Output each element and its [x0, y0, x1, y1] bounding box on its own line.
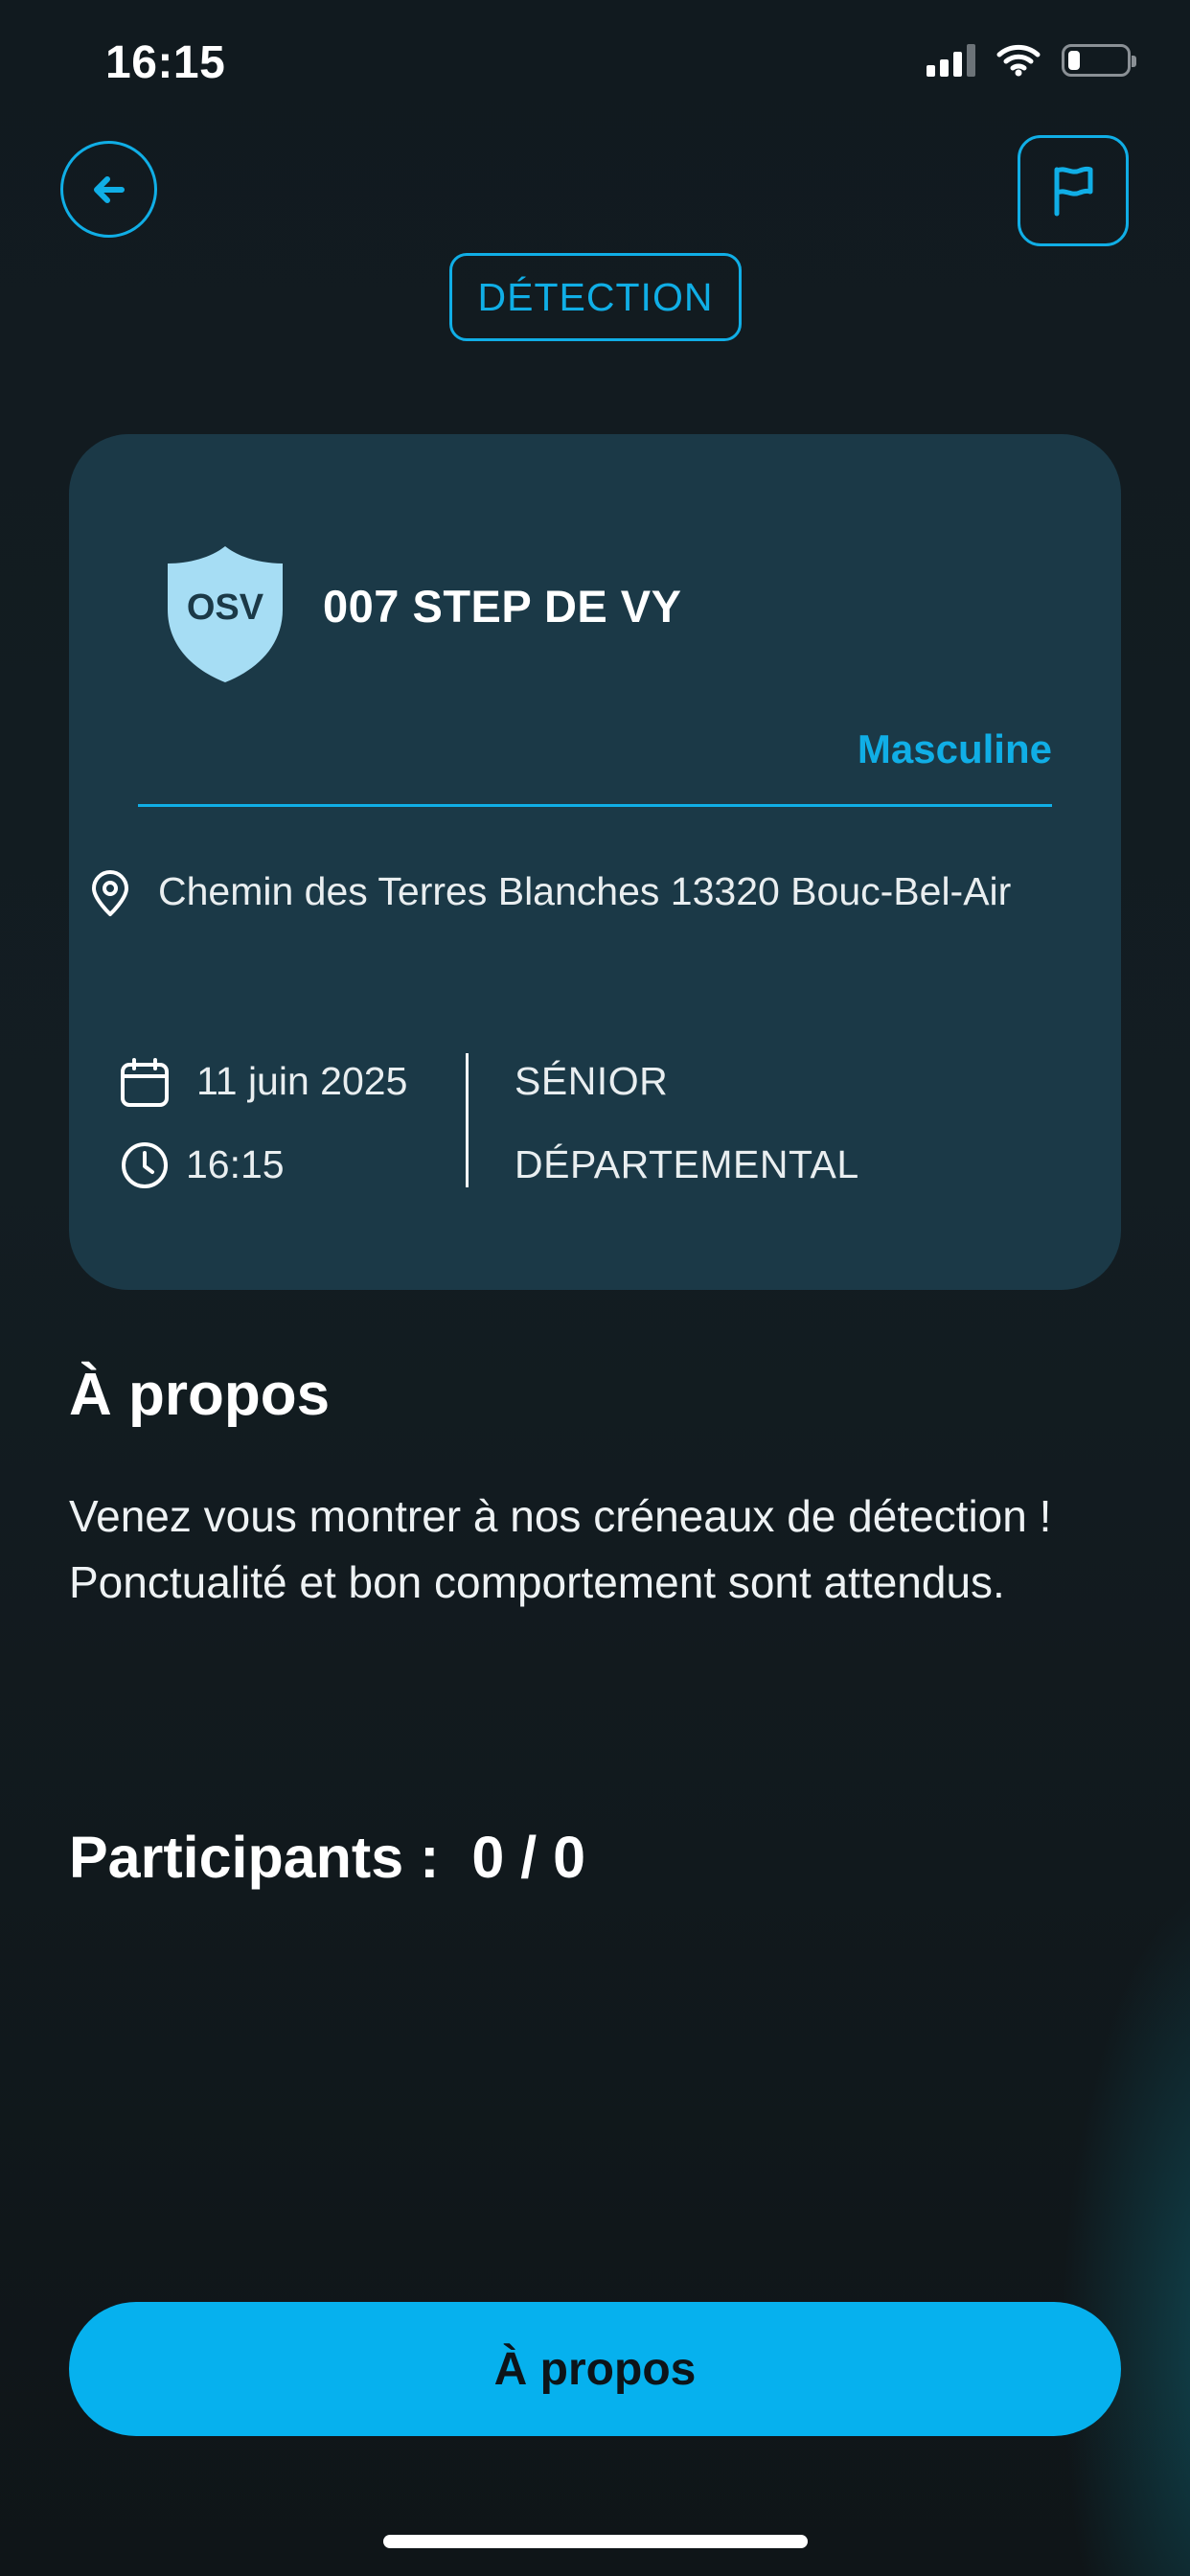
report-flag-button[interactable] [1018, 135, 1129, 246]
status-bar: 16:15 [0, 0, 1190, 125]
back-button[interactable] [60, 141, 157, 238]
event-level: DÉPARTEMENTAL [515, 1142, 859, 1186]
event-card: OSV 007 STEP DE VY Masculine Chemin des … [69, 434, 1121, 1290]
participants-count: Participants : 0 / 0 [69, 1825, 586, 1890]
about-button[interactable]: À propos [69, 2302, 1121, 2436]
cellular-signal-icon [927, 44, 975, 77]
event-category: SÉNIOR [515, 1059, 669, 1103]
battery-icon [1062, 44, 1136, 77]
clock-icon [122, 1142, 168, 1188]
location-pin-icon [92, 870, 128, 916]
gender-label: Masculine [857, 726, 1052, 771]
home-indicator [383, 2535, 808, 2548]
event-time: 16:15 [186, 1142, 285, 1186]
event-date: 11 juin 2025 [196, 1059, 408, 1103]
event-type-badge: DÉTECTION [449, 253, 742, 341]
club-logo: OSV [168, 546, 283, 682]
card-divider [138, 804, 1052, 807]
about-line-1: Venez vous montrer à nos créneaux de dét… [69, 1491, 1052, 1541]
event-address: Chemin des Terres Blanches 13320 Bouc-Be… [158, 869, 1012, 913]
status-time: 16:15 [105, 37, 226, 88]
arrow-left-icon [93, 175, 125, 203]
wifi-icon [996, 44, 1041, 77]
club-name: 007 STEP DE VY [323, 581, 682, 632]
info-divider [466, 1053, 469, 1187]
about-line-2: Ponctualité et bon comportement sont att… [69, 1557, 1005, 1607]
club-logo-text: OSV [187, 587, 264, 628]
calendar-icon [121, 1058, 169, 1107]
status-icons [927, 44, 1136, 77]
flag-icon [1054, 166, 1093, 217]
about-heading: À propos [69, 1362, 331, 1428]
about-description: Venez vous montrer à nos créneaux de dét… [69, 1484, 1113, 1616]
battery-level [1068, 51, 1080, 70]
